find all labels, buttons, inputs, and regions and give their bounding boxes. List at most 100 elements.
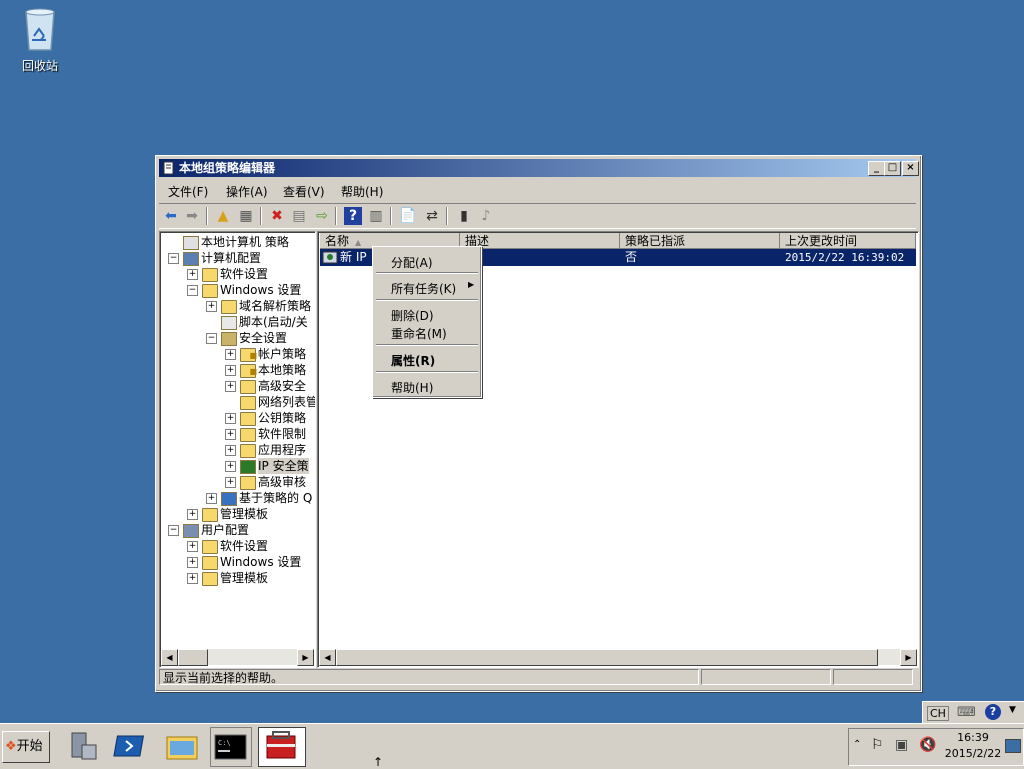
collapse-icon[interactable]: − [168,253,179,264]
column-header-assigned[interactable]: 策略已指派 [620,233,780,249]
toolbar-separator [446,207,448,225]
ctx-properties[interactable]: 属性(R) [391,352,435,369]
tree-item[interactable]: + 高级审核 [160,474,315,490]
collapse-icon[interactable]: − [206,333,217,344]
show-hidden-icons-icon[interactable]: ⌃ [853,739,861,750]
up-folder-icon[interactable]: ▲ [214,207,232,225]
help-icon[interactable]: ? [344,207,362,225]
expand-icon[interactable]: + [225,445,236,456]
tree-item[interactable]: + 公钥策略 [160,410,315,426]
maximize-button[interactable]: □ [884,161,901,176]
tree-item[interactable]: 网络列表管 [160,394,315,410]
title-bar[interactable]: 本地组策略编辑器 _ □ × [159,159,919,177]
tree-item[interactable]: + IP 安全策 [160,458,315,474]
expand-icon[interactable]: + [187,557,198,568]
tree-item[interactable]: + 高级安全 [160,378,315,394]
tree-item[interactable]: − 安全设置 [160,330,315,346]
expand-icon[interactable]: + [187,509,198,520]
tree-item[interactable]: + ■ 帐户策略 [160,346,315,362]
language-indicator[interactable]: CH [927,706,949,721]
tree-item[interactable]: − Windows 设置 [160,282,315,298]
scroll-left-button[interactable]: ◀ [161,649,178,666]
expand-icon[interactable]: + [187,573,198,584]
collapse-icon[interactable]: − [187,285,198,296]
back-icon[interactable]: ⬅ [162,207,180,225]
close-button[interactable]: × [902,161,919,176]
delete-icon[interactable]: ✖ [268,207,286,225]
expand-icon[interactable]: + [225,429,236,440]
scroll-right-button[interactable]: ▶ [297,649,314,666]
tree-item[interactable]: 脚本(启动/关 [160,314,315,330]
powershell-taskbar-button[interactable] [112,727,152,765]
assign-icon[interactable]: ▮ [455,207,473,225]
clock-time[interactable]: 16:39 [945,731,1001,744]
clock-date[interactable]: 2015/2/22 [943,747,1003,760]
ctx-all-tasks[interactable]: 所有任务(K) [391,280,456,297]
minimize-button[interactable]: _ [868,161,885,176]
properties-icon[interactable]: ▤ [290,207,308,225]
unassign-icon[interactable]: ♪ [477,207,495,225]
forward-icon[interactable]: ➡ [183,207,201,225]
expand-icon[interactable]: + [225,349,236,360]
show-desktop-icon[interactable] [1005,739,1021,753]
cmd-taskbar-button[interactable]: C:\ [210,727,252,767]
tree-horizontal-scrollbar[interactable]: ◀ ▶ [161,649,314,666]
tree-item[interactable]: + 管理模板 [160,570,315,586]
action-pane-icon[interactable]: ▥ [367,207,385,225]
menu-view[interactable]: 查看(V) [283,183,325,200]
expand-icon[interactable]: + [206,301,217,312]
list-horizontal-scrollbar[interactable]: ◀ ▶ [319,649,917,666]
tree-item[interactable]: − 计算机配置 [160,250,315,266]
expand-icon[interactable]: + [225,381,236,392]
tree-item[interactable]: + Windows 设置 [160,554,315,570]
tree-item[interactable]: + 软件设置 [160,538,315,554]
manage-filters-icon[interactable]: ⇄ [423,207,441,225]
expand-icon[interactable]: + [225,461,236,472]
start-button[interactable]: ❖开始 [2,731,50,763]
ctx-assign[interactable]: 分配(A) [391,254,433,271]
ctx-delete[interactable]: 删除(D) [391,307,434,324]
show-hide-tree-icon[interactable]: ▦ [237,207,255,225]
tree-item[interactable]: + 基于策略的 Q [160,490,315,506]
tree-item[interactable]: + ■ 本地策略 [160,362,315,378]
keyboard-icon[interactable]: ⌨ [957,705,976,720]
tree-item-label: 本地策略 [258,363,307,377]
expand-icon[interactable]: + [225,477,236,488]
expand-icon[interactable]: + [225,365,236,376]
explorer-taskbar-button[interactable] [162,727,202,765]
menu-file[interactable]: 文件(F) [168,183,208,200]
tree-item[interactable]: + 软件设置 [160,266,315,282]
ctx-help[interactable]: 帮助(H) [391,379,433,396]
collapse-icon[interactable]: − [168,525,179,536]
scroll-thumb[interactable] [178,649,208,666]
recycle-bin-desktop-icon[interactable]: 回收站 [14,6,66,74]
column-header-description[interactable]: 描述 [460,233,620,249]
scroll-thumb[interactable] [336,649,878,666]
tree-item[interactable]: + 软件限制 [160,426,315,442]
scroll-right-button[interactable]: ▶ [900,649,917,666]
tree-item[interactable]: + 管理模板 [160,506,315,522]
menu-help[interactable]: 帮助(H) [341,183,383,200]
tree-item[interactable]: + 域名解析策略 [160,298,315,314]
ctx-rename[interactable]: 重命名(M) [391,325,447,342]
menu-action[interactable]: 操作(A) [226,183,268,200]
scroll-left-button[interactable]: ◀ [319,649,336,666]
tree-item[interactable]: + 应用程序 [160,442,315,458]
help-icon[interactable]: ? [985,704,1001,720]
new-policy-icon[interactable]: 📄 [399,207,417,225]
action-center-flag-icon[interactable]: ⚐ [871,737,884,753]
tree-pane[interactable]: 本地计算机 策略 − 计算机配置 + 软件设置 − Windows 设置 + 域名解析策略 脚本(… [159,231,316,668]
options-arrow-icon[interactable]: ▼ [1009,705,1016,715]
column-header-modified[interactable]: 上次更改时间 [780,233,916,249]
expand-icon[interactable]: + [187,269,198,280]
server-manager-taskbar-button[interactable] [62,727,102,765]
network-icon[interactable]: ▣ [895,737,908,753]
tree-item[interactable]: 本地计算机 策略 [160,234,315,250]
tree-item[interactable]: − 用户配置 [160,522,315,538]
export-list-icon[interactable]: ⇨ [313,207,331,225]
expand-icon[interactable]: + [206,493,217,504]
expand-icon[interactable]: + [225,413,236,424]
expand-icon[interactable]: + [187,541,198,552]
volume-muted-icon[interactable]: 🔇 [919,737,936,753]
gpedit-taskbar-button[interactable] [258,727,306,767]
